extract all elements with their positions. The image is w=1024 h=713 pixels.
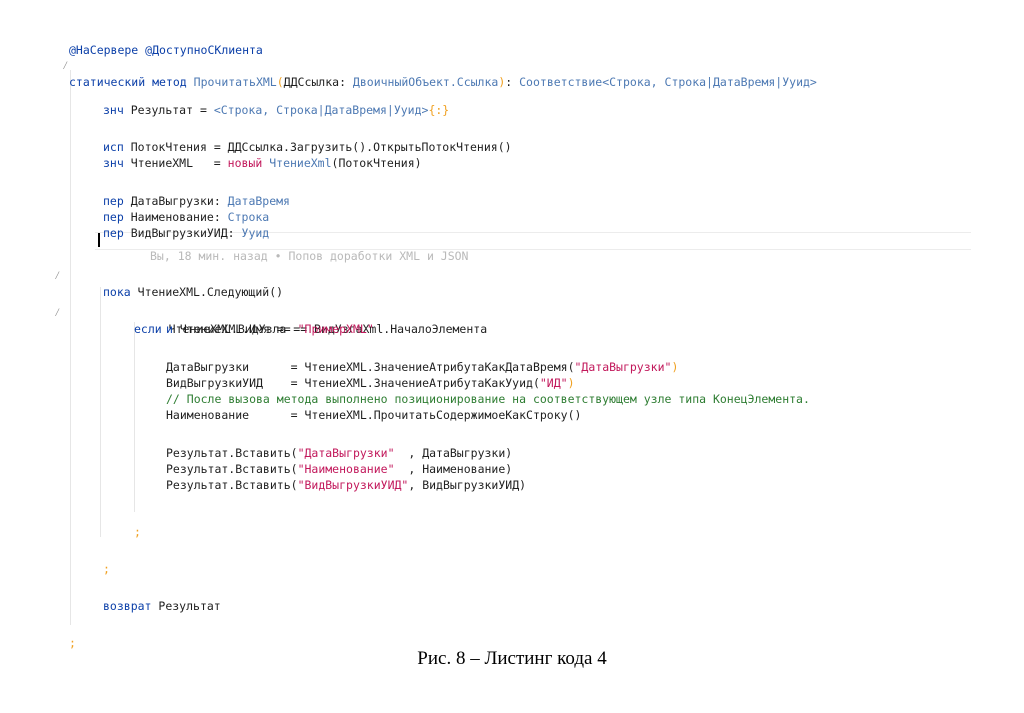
code-line: Наименование = ЧтениеXML.ПрочитатьСодерж… xyxy=(0,391,581,422)
var-name: ВидВыгрузкиУИД xyxy=(130,226,228,240)
keyword: если xyxy=(134,322,162,336)
block-end: ; xyxy=(134,525,141,539)
code-line: ДатаВыгрузки = ЧтениеXML.ЗначениеАтрибут… xyxy=(166,360,679,374)
type-name: ЧтениеXml xyxy=(269,156,332,170)
var-name: Наименование xyxy=(130,210,214,224)
keyword: пер xyxy=(103,226,124,240)
indent-guide xyxy=(100,287,101,537)
keyword: исп xyxy=(103,140,124,154)
string-literal: "ИД" xyxy=(539,376,568,390)
code-line: @НаСервере @ДоступноСКлиента xyxy=(0,26,263,57)
string-literal: "ПримерXML" xyxy=(297,322,374,336)
code-line: пер Наименование: Строка xyxy=(103,210,270,224)
code-line: ВидВыгрузкиУИД = ЧтениеXML.ЗначениеАтриб… xyxy=(166,376,575,390)
string-literal: "ДатаВыгрузки" xyxy=(297,446,395,460)
code-editor[interactable]: @НаСервере @ДоступноСКлиента ⁄ статическ… xyxy=(0,0,1024,650)
statement: ДатаВыгрузки = ЧтениеXML.ЗначениеАтрибут… xyxy=(166,360,575,374)
param-name: ДДСсылка xyxy=(283,75,340,89)
code-line: пер ДатаВыгрузки: ДатаВремя xyxy=(103,194,290,208)
block-end: ; xyxy=(103,562,110,576)
code-line: ⁄ статический метод ПрочитатьXML(ДДСсылк… xyxy=(62,59,817,89)
var-name: Результат xyxy=(158,599,221,613)
var-name: ПотокЧтения xyxy=(130,140,207,154)
var-name: Результат xyxy=(130,103,194,117)
type-name: <Строка, Строка|ДатаВремя|Ууид> xyxy=(213,103,429,117)
annotation-text: @НаСервере @ДоступноСКлиента xyxy=(69,43,263,57)
expression: ДДСсылка.Загрузить().ОткрытьПотокЧтения(… xyxy=(227,140,512,154)
code-line: знч ЧтениеXML = новый ЧтениеXml(ПотокЧте… xyxy=(103,156,422,170)
fold-marker-icon[interactable]: ⁄ xyxy=(54,305,64,321)
argument: (ПотокЧтения) xyxy=(331,156,422,170)
statement: ВидВыгрузкиУИД = ЧтениеXML.ЗначениеАтриб… xyxy=(166,376,540,390)
method-call: Результат.Вставить( xyxy=(166,462,298,476)
code-line: исп ПотокЧтения = ДДСсылка.Загрузить().О… xyxy=(103,140,512,154)
string-literal: "Наименование" xyxy=(297,462,395,476)
code-line: Результат.Вставить("ДатаВыгрузки" , Дата… xyxy=(0,429,512,460)
code-line: пер ВидВыгрузкиУИД: Ууид xyxy=(103,226,270,240)
code-line: Вы, 18 мин. назад • Попов доработки XML … xyxy=(0,232,469,263)
figure-caption: Рис. 8 – Листинг кода 4 xyxy=(417,648,607,669)
expression: ЧтениеXML.Следующий() xyxy=(137,285,284,299)
argument: , ВидВыгрузкиУИД) xyxy=(408,478,527,492)
code-line: Результат.Вставить("ВидВыгрузкиУИД", Вид… xyxy=(0,461,526,492)
code-line: возврат Результат xyxy=(0,582,221,613)
fold-marker-icon[interactable]: ⁄ xyxy=(54,268,64,284)
code-line: ; xyxy=(0,545,110,576)
code-line: Результат.Вставить("Наименование" , Наим… xyxy=(0,445,512,476)
string-literal: "ВидВыгрузкиУИД" xyxy=(297,478,409,492)
indent-guide xyxy=(134,322,135,512)
return-type: Соответствие<Строка, Строка|ДатаВремя|Уу… xyxy=(519,75,817,89)
var-name: ДатаВыгрузки xyxy=(130,194,214,208)
method-name: ПрочитатьXML xyxy=(193,75,277,89)
var-name: ЧтениеXML xyxy=(130,156,194,170)
code-line: ⁄ пока ЧтениеXML.Следующий() xyxy=(0,252,283,299)
code-line: // После вызова метода выполнено позицио… xyxy=(0,375,810,406)
code-line: ; xyxy=(0,508,141,539)
keyword: пер xyxy=(103,210,124,224)
string-literal: "ДатаВыгрузки" xyxy=(574,360,672,374)
keyword: пока xyxy=(103,285,131,299)
keyword: знч xyxy=(103,156,124,170)
expression: ЧтениеXML.Имя == xyxy=(179,322,291,336)
argument: , ДатаВыгрузки) xyxy=(394,446,513,460)
type-name: Строка xyxy=(227,210,270,224)
code-line: знч Результат = <Строка, Строка|ДатаВрем… xyxy=(103,103,450,117)
type-name: Ууид xyxy=(241,226,270,240)
keyword: статический метод xyxy=(69,75,187,89)
keyword-new: новый xyxy=(227,156,263,170)
code-line: и ЧтениеXML.Имя == "ПримерXML" xyxy=(0,305,374,336)
code-line: ; xyxy=(0,619,76,650)
code-comment: // После вызова метода выполнено позицио… xyxy=(166,392,810,406)
text-caret xyxy=(98,233,100,247)
code-line: ⁄ если ЧтениеXML.ВидУзла == ВидУзлаXml.Н… xyxy=(0,289,487,336)
keyword: возврат xyxy=(103,599,152,613)
type-name: ДатаВремя xyxy=(227,194,290,208)
indent-guide xyxy=(70,70,71,625)
keyword: пер xyxy=(103,194,124,208)
method-call: Результат.Вставить( xyxy=(166,478,298,492)
param-type: ДвоичныйОбъект.Ссылка xyxy=(352,75,499,89)
statement: Наименование = ЧтениеXML.ПрочитатьСодерж… xyxy=(166,408,582,422)
argument: , Наименование) xyxy=(394,462,513,476)
keyword: и xyxy=(166,322,173,336)
fold-marker-icon[interactable]: ⁄ xyxy=(62,58,72,74)
method-call: Результат.Вставить( xyxy=(166,446,298,460)
literal: {:} xyxy=(428,103,450,117)
keyword: знч xyxy=(103,103,124,117)
git-blame-annotation: Вы, 18 мин. назад • Попов доработки XML … xyxy=(150,249,469,263)
